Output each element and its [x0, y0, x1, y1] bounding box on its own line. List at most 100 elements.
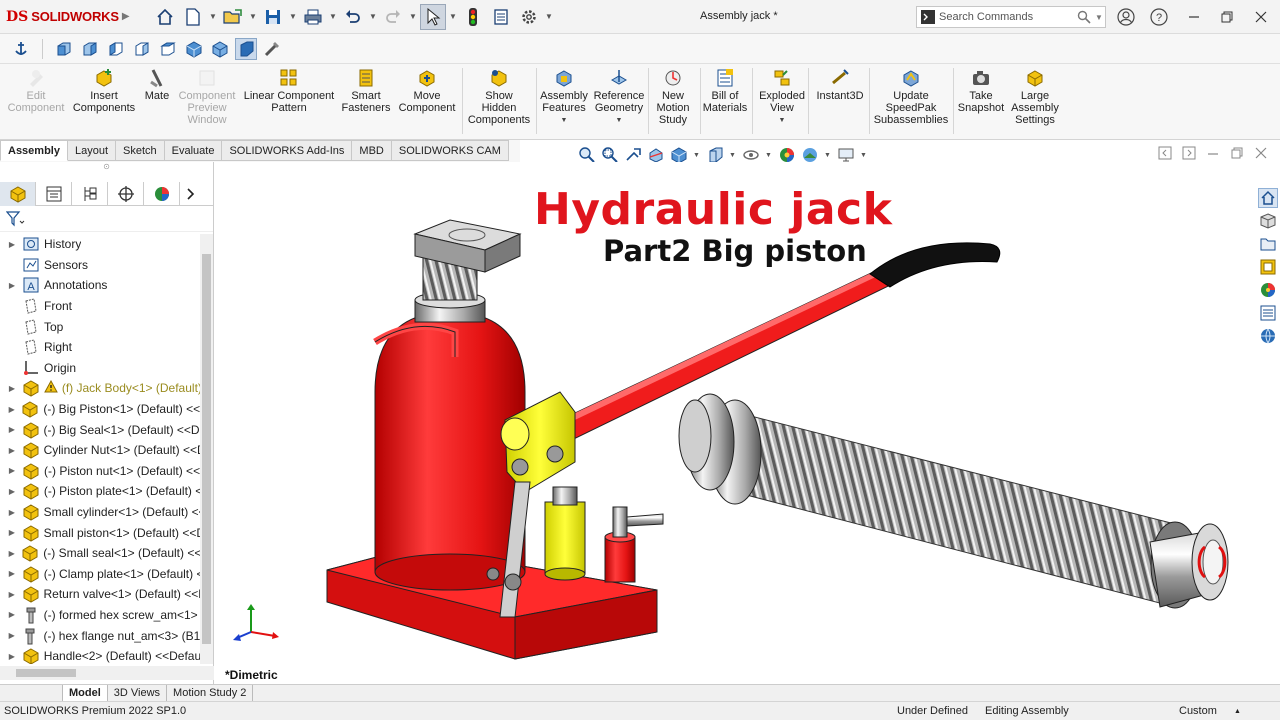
dock-left-icon[interactable]: [1158, 146, 1172, 160]
chevron-down-icon[interactable]: ▼: [765, 152, 773, 159]
tree-node[interactable]: ▶ (-) Piston nut<1> (Default) <<: [0, 461, 200, 482]
view-right-cube-icon[interactable]: [131, 38, 153, 60]
expand-arrow-icon[interactable]: ▶: [6, 446, 18, 455]
expand-arrow-icon[interactable]: ▶: [6, 652, 18, 661]
view-back-cube-icon[interactable]: [79, 38, 101, 60]
tree-node[interactable]: ▶ (-) formed hex screw_am<1> (: [0, 605, 200, 626]
undo-icon[interactable]: [340, 4, 366, 30]
featuremanager-tab-icon[interactable]: [0, 182, 36, 206]
new-document-icon[interactable]: [180, 4, 206, 30]
help-icon[interactable]: ?: [1148, 6, 1170, 28]
scrollbar-thumb[interactable]: [16, 669, 76, 677]
chevron-right-icon[interactable]: ▶: [122, 11, 130, 22]
tab-evaluate[interactable]: Evaluate: [164, 140, 223, 161]
tree-node[interactable]: ▶ Return valve<1> (Default) <<D: [0, 584, 200, 605]
file-explorer-icon[interactable]: [1258, 234, 1278, 254]
tree-node[interactable]: ▶ History: [0, 234, 200, 255]
unit-system[interactable]: Custom: [1179, 705, 1217, 717]
normal-to-icon[interactable]: [261, 38, 283, 60]
expand-arrow-icon[interactable]: ▶: [6, 384, 18, 393]
viewport-restore-icon[interactable]: [1230, 146, 1244, 160]
save-icon[interactable]: [260, 4, 286, 30]
dock-right-icon[interactable]: [1182, 146, 1196, 160]
tree-node[interactable]: ▶ Cylinder Nut<1> (Default) <<D: [0, 440, 200, 461]
close-icon[interactable]: [1250, 6, 1272, 28]
tree-node[interactable]: Right: [0, 337, 200, 358]
expand-arrow-icon[interactable]: ▶: [6, 425, 18, 434]
tree-node[interactable]: ▶ (-) Piston plate<1> (Default) <: [0, 481, 200, 502]
tree-node[interactable]: Front: [0, 296, 200, 317]
tab-motion-study-2[interactable]: Motion Study 2: [167, 685, 254, 701]
chevron-down-icon[interactable]: ▼: [328, 12, 338, 21]
solidworks-resources-home-icon[interactable]: [1257, 188, 1278, 208]
tab-assembly[interactable]: Assembly: [0, 140, 68, 161]
tab-layout[interactable]: Layout: [67, 140, 117, 161]
solidworks-logo[interactable]: DS SOLIDWORKS ▶: [0, 9, 130, 25]
tree-node[interactable]: ▶ (-) Big Piston<1> (Default) <<D: [0, 399, 200, 420]
viewport-minimize-icon[interactable]: [1206, 146, 1220, 160]
tree-node[interactable]: ▶ (-) hex flange nut_am<3> (B18: [0, 625, 200, 646]
large-assembly-settings-button[interactable]: Large Assembly Settings: [985, 68, 1085, 126]
expand-arrow-icon[interactable]: ▶: [6, 631, 17, 640]
chevron-down-icon[interactable]: ▼: [561, 115, 568, 127]
options-gear-icon[interactable]: [516, 4, 542, 30]
tab-3d-views[interactable]: 3D Views: [108, 685, 168, 701]
displaymanager-tab-icon[interactable]: [144, 182, 180, 206]
chevron-down-icon[interactable]: ▼: [729, 152, 737, 159]
tree-node[interactable]: ▶ (-) Big Seal<1> (Default) <<De: [0, 419, 200, 440]
configurationmanager-tab-icon[interactable]: [72, 182, 108, 206]
search-icon[interactable]: [1077, 10, 1091, 24]
expand-arrow-icon[interactable]: ▶: [6, 569, 18, 578]
open-icon[interactable]: [220, 4, 246, 30]
chevron-down-icon[interactable]: ▼: [248, 12, 258, 21]
chevron-down-icon[interactable]: ▼: [368, 12, 378, 21]
tab-solidworks-add-ins[interactable]: SOLIDWORKS Add-Ins: [222, 140, 353, 161]
minimize-icon[interactable]: [1183, 6, 1205, 28]
tree-filter[interactable]: [0, 206, 213, 232]
chevron-down-icon[interactable]: ▼: [693, 152, 701, 159]
view-left-cube-icon[interactable]: [105, 38, 127, 60]
solidworks-forum-icon[interactable]: [1258, 326, 1278, 346]
expand-arrow-icon[interactable]: ▶: [6, 405, 17, 414]
file-properties-icon[interactable]: [488, 4, 514, 30]
filter-icon[interactable]: [6, 210, 26, 227]
expand-arrow-icon[interactable]: ▶: [6, 240, 18, 249]
tree-node[interactable]: Top: [0, 316, 200, 337]
chevron-down-icon[interactable]: ▼: [208, 12, 218, 21]
tree-node[interactable]: ▶ (f) Jack Body<1> (Default): [0, 378, 200, 399]
tree-node[interactable]: ▶ (-) Clamp plate<1> (Default) <: [0, 564, 200, 585]
chevron-down-icon[interactable]: ▼: [288, 12, 298, 21]
tree-node[interactable]: Origin: [0, 358, 200, 379]
chevron-down-icon[interactable]: ▼: [824, 152, 832, 159]
tree-node[interactable]: ▶ Small cylinder<1> (Default) <<: [0, 502, 200, 523]
print-icon[interactable]: [300, 4, 326, 30]
appearances-scenes-icon[interactable]: [1258, 280, 1278, 300]
tree-vertical-scrollbar[interactable]: [200, 234, 213, 664]
tree-node[interactable]: Sensors: [0, 255, 200, 276]
chevron-right-icon[interactable]: [180, 182, 200, 206]
chevron-down-icon[interactable]: ▼: [860, 152, 868, 159]
custom-properties-icon[interactable]: [1258, 303, 1278, 323]
expand-arrow-icon[interactable]: ▶: [6, 508, 18, 517]
chevron-down-icon[interactable]: ▼: [408, 12, 418, 21]
expand-arrow-icon[interactable]: ▶: [6, 610, 18, 619]
graphics-area[interactable]: Hydraulic jack Part2 Big piston *Dimetri…: [215, 162, 1255, 684]
view-isometric-cube-icon[interactable]: [183, 38, 205, 60]
tree-node[interactable]: ▶ A Annotations: [0, 275, 200, 296]
view-dimetric-cube-icon[interactable]: [209, 38, 231, 60]
expand-arrow-icon[interactable]: ▶: [6, 466, 18, 475]
chevron-down-icon[interactable]: ▼: [1095, 13, 1103, 22]
view-trimetric-cube-icon[interactable]: [235, 37, 257, 60]
search-commands-box[interactable]: ▼: [916, 6, 1106, 28]
redo-icon[interactable]: [380, 4, 406, 30]
view-palette-icon[interactable]: [1258, 257, 1278, 277]
expand-arrow-icon[interactable]: ▶: [6, 281, 18, 290]
chevron-down-icon[interactable]: ▼: [616, 115, 623, 127]
home-icon[interactable]: [152, 4, 178, 30]
expand-arrow-icon[interactable]: ▶: [6, 549, 17, 558]
chevron-down-icon[interactable]: ▼: [448, 12, 458, 21]
tab-mbd[interactable]: MBD: [352, 140, 392, 161]
select-pointer-icon[interactable]: [420, 3, 446, 30]
user-account-icon[interactable]: [1115, 6, 1137, 28]
chevron-down-icon[interactable]: ▼: [544, 12, 554, 21]
